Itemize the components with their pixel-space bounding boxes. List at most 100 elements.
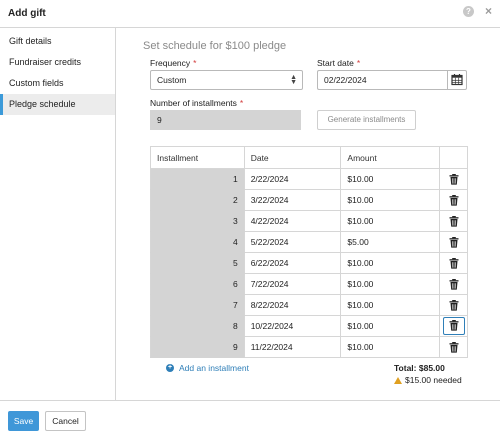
installment-amount[interactable]: $10.00: [340, 315, 441, 337]
frequency-label-text: Frequency: [150, 58, 191, 68]
trash-icon: [449, 342, 458, 353]
installments-label-text: Number of installments: [150, 98, 237, 108]
installment-date[interactable]: 11/22/2024: [243, 336, 342, 358]
installment-number: 8: [150, 315, 245, 337]
installment-number: 6: [150, 273, 245, 295]
delete-cell: [439, 189, 468, 211]
table-body: 1 2/22/2024 $10.00 2 3/22/2024 $10.00 3 4/22/20…: [150, 168, 468, 358]
table-row: 2 3/22/2024 $10.00: [150, 189, 468, 211]
delete-cell: [439, 252, 468, 274]
column-header-amount: Amount: [340, 146, 441, 169]
number-of-installments-input[interactable]: 9: [150, 110, 301, 130]
delete-cell: [439, 231, 468, 253]
installment-amount[interactable]: $10.00: [340, 168, 441, 190]
installment-date[interactable]: 3/22/2024: [243, 189, 342, 211]
sidebar-item-pledge-schedule[interactable]: Pledge schedule: [0, 94, 115, 115]
save-button[interactable]: Save: [8, 411, 39, 431]
plus-icon: +: [166, 364, 174, 372]
table-row: 5 6/22/2024 $10.00: [150, 252, 468, 274]
total-amount: Total: $85.00: [394, 363, 445, 373]
column-header-date: Date: [243, 146, 342, 169]
dialog-footer: Save Cancel: [0, 400, 500, 437]
sidebar-item-gift-details[interactable]: Gift details: [0, 31, 115, 52]
installments-label: Number of installments *: [150, 98, 243, 108]
amount-needed-text: $15.00 needed: [405, 375, 462, 385]
cancel-button[interactable]: Cancel: [45, 411, 86, 431]
generate-installments-button[interactable]: Generate installments: [317, 110, 416, 130]
installment-date[interactable]: 7/22/2024: [243, 273, 342, 295]
delete-installment-button[interactable]: [446, 213, 462, 229]
column-header-installment: Installment: [150, 146, 245, 169]
frequency-select[interactable]: Custom ▲ ▼: [150, 70, 303, 90]
installment-date[interactable]: 8/22/2024: [243, 294, 342, 316]
installment-amount[interactable]: $10.00: [340, 336, 441, 358]
installment-amount[interactable]: $10.00: [340, 294, 441, 316]
frequency-label: Frequency *: [150, 58, 196, 68]
trash-icon: [449, 300, 458, 311]
select-caret-icon: ▲ ▼: [290, 74, 297, 86]
table-row: 4 5/22/2024 $5.00: [150, 231, 468, 253]
start-date-value: 02/22/2024: [324, 75, 367, 85]
sidebar-item-custom-fields[interactable]: Custom fields: [0, 73, 115, 94]
calendar-button[interactable]: [447, 70, 467, 90]
delete-installment-button[interactable]: [446, 234, 462, 250]
installment-amount[interactable]: $10.00: [340, 273, 441, 295]
installment-date[interactable]: 4/22/2024: [243, 210, 342, 232]
trash-icon: [449, 258, 458, 269]
installment-number: 7: [150, 294, 245, 316]
delete-cell: [439, 336, 468, 358]
section-title: Set schedule for $100 pledge: [143, 40, 287, 52]
table-row: 1 2/22/2024 $10.00: [150, 168, 468, 190]
installment-amount[interactable]: $10.00: [340, 210, 441, 232]
delete-installment-button[interactable]: [446, 276, 462, 292]
dialog-header: Add gift ? ×: [0, 0, 500, 28]
table-row: 9 11/22/2024 $10.00: [150, 336, 468, 358]
installment-date[interactable]: 2/22/2024: [243, 168, 342, 190]
installment-amount[interactable]: $10.00: [340, 252, 441, 274]
installment-number: 4: [150, 231, 245, 253]
trash-icon: [449, 174, 458, 185]
delete-cell: [439, 168, 468, 190]
frequency-value: Custom: [157, 75, 187, 85]
delete-installment-button[interactable]: [446, 255, 462, 271]
installment-number: 3: [150, 210, 245, 232]
table-row: 3 4/22/2024 $10.00: [150, 210, 468, 232]
help-icon[interactable]: ?: [463, 6, 474, 17]
delete-installment-button[interactable]: [442, 317, 465, 335]
pledge-schedule-panel: Set schedule for $100 pledge Frequency * …: [117, 28, 500, 400]
trash-icon: [449, 216, 458, 227]
delete-installment-button[interactable]: [446, 171, 462, 187]
delete-cell: [439, 273, 468, 295]
required-marker: *: [356, 58, 361, 68]
dialog-title: Add gift: [8, 8, 46, 19]
close-icon[interactable]: ×: [483, 5, 494, 17]
delete-installment-button[interactable]: [446, 297, 462, 313]
table-row: 8 10/22/2024 $10.00: [150, 315, 468, 337]
installment-amount[interactable]: $5.00: [340, 231, 441, 253]
table-row: 7 8/22/2024 $10.00: [150, 294, 468, 316]
delete-cell: [439, 294, 468, 316]
required-marker: *: [193, 58, 197, 68]
installment-date[interactable]: 5/22/2024: [243, 231, 342, 253]
installment-number: 2: [150, 189, 245, 211]
installment-amount[interactable]: $10.00: [340, 189, 441, 211]
table-header-row: Installment Date Amount: [150, 146, 468, 169]
table-row: 6 7/22/2024 $10.00: [150, 273, 468, 295]
sidebar-nav: Gift details Fundraiser credits Custom f…: [0, 28, 116, 400]
start-date-label: Start date *: [317, 58, 360, 68]
warning-icon: [394, 376, 402, 384]
calendar-icon: [451, 74, 463, 86]
required-marker: *: [239, 98, 244, 108]
installments-value: 9: [157, 115, 162, 125]
start-date-input[interactable]: 02/22/2024: [317, 70, 447, 90]
delete-installment-button[interactable]: [446, 192, 462, 208]
installment-date[interactable]: 10/22/2024: [243, 315, 342, 337]
sidebar-item-fundraiser-credits[interactable]: Fundraiser credits: [0, 52, 115, 73]
add-installment-link[interactable]: + Add an installment: [166, 363, 249, 373]
delete-installment-button[interactable]: [446, 339, 462, 355]
installment-date[interactable]: 6/22/2024: [243, 252, 342, 274]
trash-icon: [449, 320, 458, 331]
totals-summary: Total: $85.00 $15.00 needed: [394, 363, 462, 385]
installment-number: 5: [150, 252, 245, 274]
installment-number: 1: [150, 168, 245, 190]
